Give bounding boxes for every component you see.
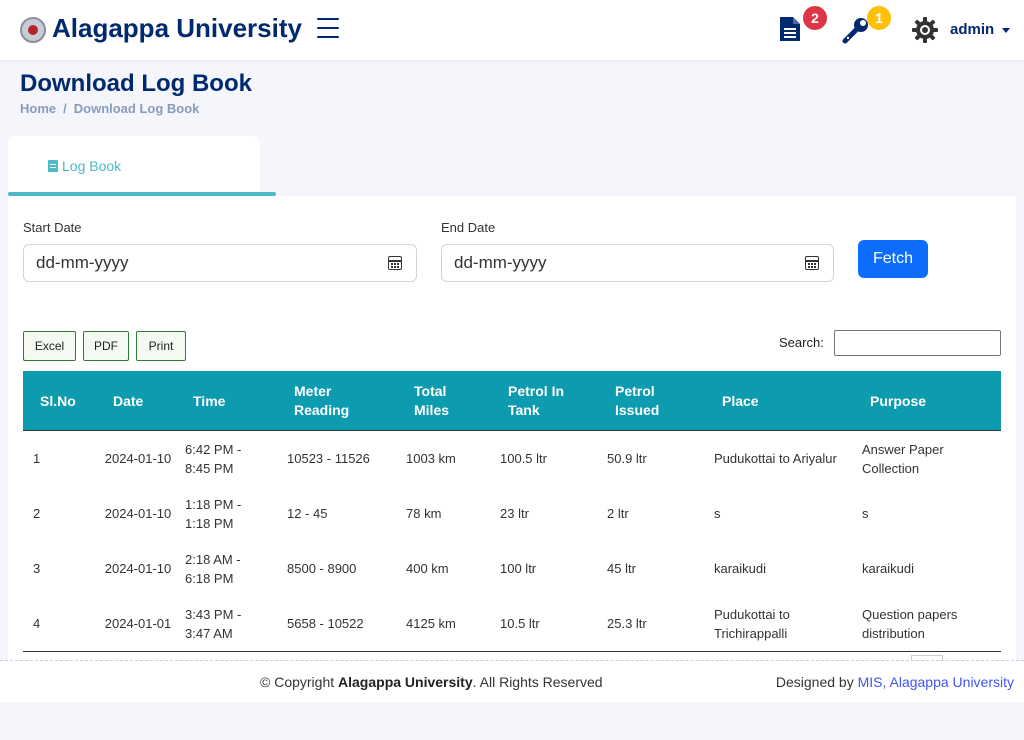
column-header[interactable]: Date (113, 371, 173, 431)
table-row: 3 2024-01-10 2:18 AM - 6:18 PM 8500 - 89… (23, 541, 1001, 596)
cell-petrol-in-tank: 23 ltr (500, 506, 529, 521)
menu-toggle-icon[interactable] (317, 18, 339, 38)
footer: © Copyright Alagappa University. All Rig… (0, 660, 1024, 702)
column-header[interactable]: Place (722, 371, 782, 431)
column-header[interactable]: Sl.No (40, 371, 100, 431)
cell-place: s (714, 506, 721, 521)
calendar-icon[interactable] (805, 256, 819, 270)
cell-petrol-in-tank: 10.5 ltr (500, 616, 540, 631)
cell-purpose: Question papers distribution (862, 606, 958, 641)
cell-time: 3:43 PM - 3:47 AM (185, 606, 242, 641)
pdf-button[interactable]: PDF (83, 331, 129, 361)
cell-date: 2024-01-10 (104, 451, 172, 466)
cell-date: 2024-01-10 (104, 561, 172, 576)
cell-time: 1:18 PM - 1:18 PM (185, 496, 242, 531)
column-header[interactable]: Total Miles (414, 371, 464, 431)
table-body: 1 2024-01-10 6:42 PM - 8:45 PM 10523 - 1… (23, 431, 1001, 651)
cell-sl-no: 3 (33, 561, 41, 576)
cell-time: 6:42 PM - 8:45 PM (185, 441, 242, 476)
cell-purpose: karaikudi (862, 561, 915, 576)
column-header[interactable]: Purpose (870, 371, 950, 431)
copyright-suffix: . All Rights Reserved (472, 674, 603, 690)
start-date-label: Start Date (23, 220, 82, 235)
column-header[interactable]: Petrol Issued (615, 371, 675, 431)
cell-date: 2024-01-01 (104, 616, 172, 631)
breadcrumb-current: Download Log Book (73, 101, 200, 116)
page-title: Download Log Book (20, 70, 252, 97)
cell-time: 2:18 AM - 6:18 PM (185, 551, 241, 586)
table-row: 2 2024-01-10 1:18 PM - 1:18 PM 12 - 45 7… (23, 486, 1001, 541)
table-row: 1 2024-01-10 6:42 PM - 8:45 PM 10523 - 1… (23, 431, 1001, 486)
cell-petrol-in-tank: 100 ltr (500, 561, 537, 576)
column-header[interactable]: Time (193, 371, 253, 431)
cell-date: 2024-01-10 (104, 506, 172, 521)
start-date-input[interactable]: dd-mm-yyyy (23, 244, 417, 282)
table-row: 4 2024-01-01 3:43 PM - 3:47 AM 5658 - 10… (23, 596, 1001, 651)
chevron-down-icon[interactable] (1002, 28, 1010, 33)
cell-sl-no: 2 (33, 506, 41, 521)
table-bottom-border (23, 651, 1001, 652)
tab-log-book-label: Log Book (62, 158, 122, 174)
print-button[interactable]: Print (136, 331, 186, 361)
cell-purpose: Answer Paper Collection (862, 441, 944, 476)
wrench-icon[interactable] (842, 16, 870, 44)
cell-sl-no: 4 (33, 616, 41, 631)
university-logo-icon[interactable] (20, 17, 46, 43)
end-date-label: End Date (441, 220, 496, 235)
cell-total-miles: 1003 km (406, 451, 456, 466)
column-header[interactable]: Meter Reading (294, 371, 374, 431)
cell-sl-no: 1 (33, 451, 41, 466)
designed-by-label: Designed by (775, 674, 854, 690)
copyright-org: Alagappa University (338, 674, 473, 690)
excel-button[interactable]: Excel (23, 331, 76, 361)
search-input[interactable] (834, 330, 1001, 356)
cell-meter-reading: 5658 - 10522 (287, 616, 364, 631)
user-menu[interactable]: admin (950, 21, 994, 38)
breadcrumb: Home / Download Log Book (20, 101, 200, 116)
end-date-value: dd-mm-yyyy (454, 253, 547, 272)
file-icon (48, 160, 58, 172)
cell-meter-reading: 8500 - 8900 (287, 561, 357, 576)
cell-petrol-issued: 25.3 ltr (607, 616, 647, 631)
end-date-input[interactable]: dd-mm-yyyy (441, 244, 834, 282)
copyright-text: © Copyright Alagappa University. All Rig… (260, 674, 603, 690)
tab-log-book[interactable]: Log Book (48, 158, 121, 174)
tab-log-book-container (8, 136, 260, 194)
notifications-badge: 2 (803, 6, 827, 30)
fetch-button[interactable]: Fetch (858, 240, 928, 278)
cell-purpose: s (862, 506, 869, 521)
cell-petrol-issued: 45 ltr (607, 561, 636, 576)
cell-total-miles: 400 km (406, 561, 449, 576)
gear-icon[interactable] (911, 16, 939, 44)
cell-place: karaikudi (714, 561, 767, 576)
cell-place: Pudukottai to Trichirappalli (714, 606, 790, 641)
document-icon[interactable] (779, 16, 801, 42)
cell-meter-reading: 10523 - 11526 (287, 451, 370, 466)
cell-place: Pudukottai to Ariyalur (714, 451, 837, 466)
search-label: Search: (779, 335, 824, 350)
cell-petrol-in-tank: 100.5 ltr (500, 451, 547, 466)
cell-petrol-issued: 2 ltr (607, 506, 629, 521)
top-header: Alagappa University 2 1 admin (0, 0, 1024, 60)
tools-badge: 1 (867, 6, 891, 30)
copyright-prefix: © Copyright (260, 674, 335, 690)
designed-by-link[interactable]: MIS, Alagappa University (858, 674, 1014, 690)
breadcrumb-home[interactable]: Home (20, 101, 56, 116)
column-header[interactable]: Petrol In Tank (508, 371, 578, 431)
start-date-value: dd-mm-yyyy (36, 253, 129, 272)
cell-meter-reading: 12 - 45 (287, 506, 328, 521)
cell-total-miles: 78 km (406, 506, 442, 521)
brand-name[interactable]: Alagappa University (52, 13, 302, 44)
cell-petrol-issued: 50.9 ltr (607, 451, 647, 466)
cell-total-miles: 4125 km (406, 616, 456, 631)
table-header: Sl.No Date Time Meter Reading Total Mile… (23, 371, 1001, 431)
log-book-table: Sl.No Date Time Meter Reading Total Mile… (23, 371, 1001, 651)
calendar-icon[interactable] (388, 256, 402, 270)
designed-by: Designed by MIS, Alagappa University (776, 674, 1014, 690)
